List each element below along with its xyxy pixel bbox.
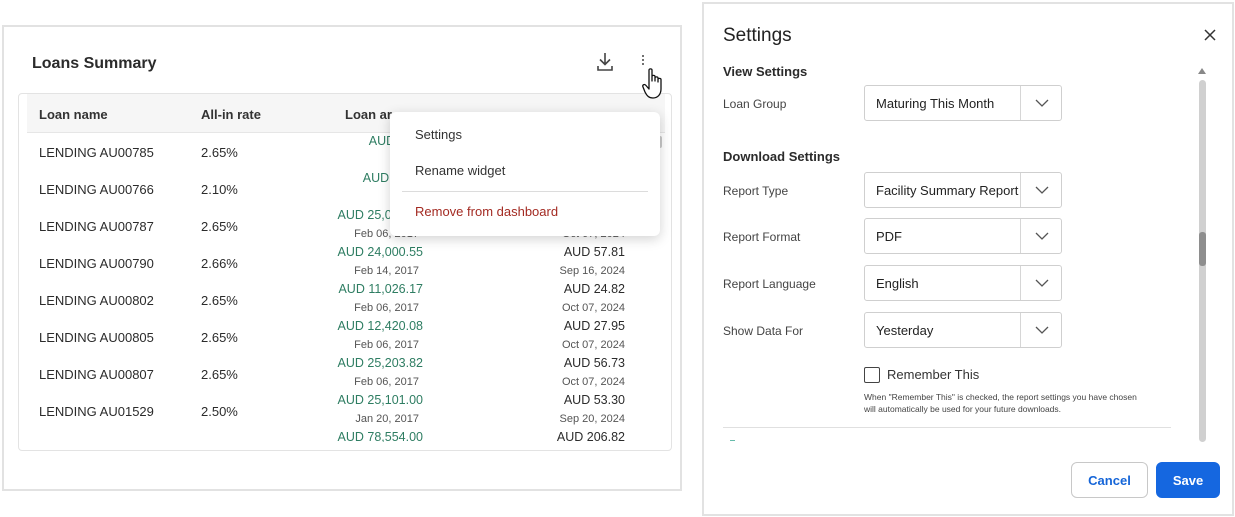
table-row[interactable]: LENDING AU00805 2.65% AUD 12,420.08 Feb 06,… <box>27 319 647 356</box>
secondary-date-cell: Oct 07, 2024 <box>562 302 625 314</box>
loan-start-date-cell: Jan 20, 2017 <box>355 413 419 425</box>
widget-title: Loans Summary <box>32 55 157 72</box>
loan-start-date-cell: Feb 06, 2017 <box>354 302 419 314</box>
panel-scrollbar[interactable] <box>1196 66 1208 444</box>
secondary-amount-cell: AUD 206.82 <box>556 430 625 442</box>
widget-options-menu: Settings Rename widget Remove from dashb… <box>390 112 660 236</box>
more-options-icon[interactable] <box>638 55 648 75</box>
secondary-date-cell: Oct 07, 2024 <box>562 376 625 388</box>
select-separator <box>1020 173 1021 207</box>
chevron-down-icon <box>1035 326 1049 334</box>
table-row[interactable]: LENDING AU01529 2.50% AUD 25,101.00 Jan 20,… <box>27 393 647 430</box>
menu-divider <box>402 191 648 192</box>
all-in-rate-cell: 2.65% <box>201 219 238 234</box>
secondary-date-cell: Sep 20, 2024 <box>559 413 625 425</box>
menu-item-settings[interactable]: Settings <box>415 127 462 142</box>
cancel-button[interactable]: Cancel <box>1071 462 1148 498</box>
report-type-label: Report Type <box>723 184 789 198</box>
report-language-value: English <box>876 276 919 291</box>
remember-help-text: When "Remember This" is checked, the rep… <box>864 392 1137 414</box>
panel-scrollbar-thumb[interactable] <box>1199 232 1206 266</box>
show-data-for-value: Yesterday <box>876 323 934 338</box>
menu-item-rename-widget[interactable]: Rename widget <box>415 163 505 178</box>
remember-this-label[interactable]: Remember This <box>887 367 979 382</box>
all-in-rate-cell: 2.65% <box>201 145 238 160</box>
column-header-all-in-rate[interactable]: All-in rate <box>201 107 261 122</box>
chevron-down-icon <box>1035 232 1049 240</box>
remember-this-checkbox[interactable] <box>864 367 880 383</box>
column-header-loan-name[interactable]: Loan name <box>39 107 108 122</box>
loan-name-cell: LENDING AU00790 <box>39 256 154 271</box>
panel-divider <box>723 427 1171 428</box>
show-data-for-select[interactable]: Yesterday <box>864 312 1062 348</box>
secondary-amount-cell: AUD 56.73 <box>563 356 625 370</box>
download-settings-heading: Download Settings <box>723 149 840 164</box>
table-row[interactable]: LENDING AU00807 2.65% AUD 25,203.82 Feb 06,… <box>27 356 647 393</box>
loan-name-cell: LENDING AU00805 <box>39 330 154 345</box>
download-icon[interactable] <box>595 51 615 73</box>
loan-start-date-cell: Feb 14, 2017 <box>354 265 419 277</box>
all-in-rate-cell: 2.65% <box>201 293 238 308</box>
report-type-value: Facility Summary Report <box>876 183 1019 198</box>
table-row[interactable]: LENDING AU01535 2.10% AUD 78,554.00 AUD 206… <box>27 430 647 442</box>
menu-item-remove-from-dashboard[interactable]: Remove from dashboard <box>415 204 558 219</box>
all-in-rate-cell: 2.10% <box>201 182 238 197</box>
loan-start-date-cell: Feb 06, 2017 <box>354 339 419 351</box>
select-separator <box>1020 219 1021 253</box>
chevron-down-icon <box>1035 99 1049 107</box>
secondary-amount-cell: AUD 57.81 <box>563 245 625 259</box>
table-row[interactable]: LENDING AU00790 2.66% AUD 24,000.55 Feb 14,… <box>27 245 647 282</box>
secondary-amount-cell: AUD 53.30 <box>563 393 625 407</box>
secondary-date-cell: Oct 07, 2024 <box>562 339 625 351</box>
loan-amount-cell: AUD 24,000.55 <box>337 245 423 259</box>
loan-name-cell: LENDING AU00802 <box>39 293 154 308</box>
save-button[interactable]: Save <box>1156 462 1220 498</box>
chevron-down-icon <box>1035 279 1049 287</box>
loan-name-cell: LENDING AU00787 <box>39 219 154 234</box>
secondary-amount-cell: AUD 27.95 <box>563 319 625 333</box>
loan-group-label: Loan Group <box>723 97 787 111</box>
close-icon[interactable] <box>1202 27 1218 43</box>
report-format-label: Report Format <box>723 230 801 244</box>
loan-amount-cell: AUD 78,554.00 <box>337 430 423 442</box>
settings-title: Settings <box>723 25 792 46</box>
chevron-down-icon <box>1035 186 1049 194</box>
loans-summary-widget: Loans Summary Loan name All-in rate Loan… <box>2 25 682 491</box>
show-data-for-label: Show Data For <box>723 324 804 338</box>
loan-name-cell: LENDING AU00766 <box>39 182 154 197</box>
report-language-select[interactable]: English <box>864 265 1062 301</box>
loan-name-cell: LENDING AU01535 <box>39 441 154 442</box>
select-separator <box>1020 86 1021 120</box>
column-header-loan-amount[interactable]: Loan ar <box>345 107 392 122</box>
loan-amount-cell: AUD 25,203.82 <box>337 356 423 370</box>
report-type-select[interactable]: Facility Summary Report <box>864 172 1062 208</box>
secondary-date-cell: Sep 16, 2024 <box>559 265 625 277</box>
select-separator <box>1020 313 1021 347</box>
loan-name-cell: LENDING AU01529 <box>39 404 154 419</box>
loan-name-cell: LENDING AU00785 <box>39 145 154 160</box>
select-separator <box>1020 266 1021 300</box>
loan-group-value: Maturing This Month <box>876 96 995 111</box>
report-format-value: PDF <box>876 229 902 244</box>
all-in-rate-cell: 2.65% <box>201 367 238 382</box>
view-settings-heading: View Settings <box>723 64 808 79</box>
loan-name-cell: LENDING AU00807 <box>39 367 154 382</box>
loan-amount-cell: AUD 11,026.17 <box>338 282 423 296</box>
secondary-amount-cell: AUD 24.82 <box>563 282 625 296</box>
loan-amount-cell: AUD 12,420.08 <box>337 319 423 333</box>
settings-panel: Settings View Settings Loan Group Maturi… <box>702 2 1234 516</box>
loan-group-select[interactable]: Maturing This Month <box>864 85 1062 121</box>
table-row[interactable]: LENDING AU00802 2.65% AUD 11,026.17 Feb 06,… <box>27 282 647 319</box>
loan-amount-cell: AUD 25,101.00 <box>337 393 423 407</box>
report-language-label: Report Language <box>723 277 816 291</box>
loan-start-date-cell: Feb 06, 2017 <box>354 376 419 388</box>
all-in-rate-cell: 2.65% <box>201 330 238 345</box>
scroll-up-arrow-icon[interactable] <box>1198 68 1206 74</box>
divider-mark <box>730 440 735 441</box>
all-in-rate-cell: 2.10% <box>201 441 238 442</box>
all-in-rate-cell: 2.66% <box>201 256 238 271</box>
all-in-rate-cell: 2.50% <box>201 404 238 419</box>
report-format-select[interactable]: PDF <box>864 218 1062 254</box>
